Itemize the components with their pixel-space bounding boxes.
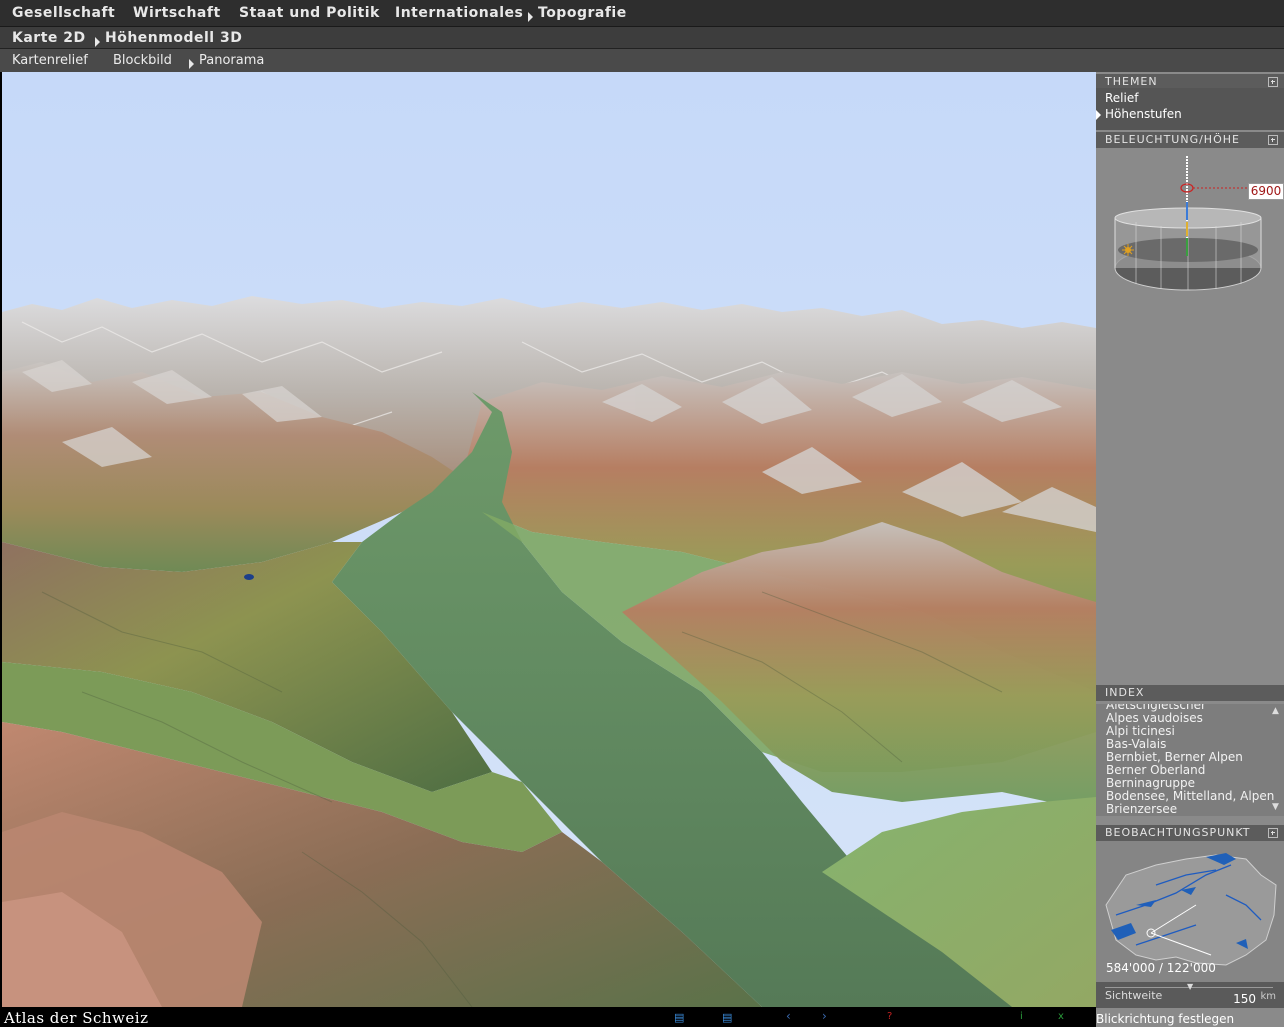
view-range-value: 150	[1233, 992, 1256, 1006]
terrain-3d-view[interactable]	[2, 72, 1096, 1007]
index-item[interactable]: Berninagruppe	[1106, 776, 1195, 790]
menu-hoehenmodell-3d[interactable]: Höhenmodell 3D	[105, 30, 242, 46]
lighting-header: BELEUCHTUNG/HÖHE	[1096, 132, 1284, 148]
height-value-box[interactable]: 6900	[1248, 183, 1284, 200]
document-icon[interactable]: ▤	[722, 1011, 734, 1024]
sub-menu-bar: Karte 2D Höhenmodell 3D	[0, 27, 1284, 49]
view-range-control[interactable]: ▼ Sichtweite 150 km	[1096, 982, 1284, 1008]
main-menu-bar: Gesellschaft Wirtschaft Staat und Politi…	[0, 0, 1284, 27]
observation-header: BEOBACHTUNGSPUNKT	[1096, 825, 1284, 841]
menu-internationales[interactable]: Internationales	[395, 5, 523, 21]
expand-lighting-icon[interactable]	[1268, 135, 1278, 145]
atlas-logo: Atlas der Schweiz	[4, 1009, 149, 1027]
view-range-unit: km	[1260, 991, 1276, 1002]
view-menu-bar: Kartenrelief Blockbild Panorama	[0, 49, 1284, 72]
menu-karte-2d[interactable]: Karte 2D	[12, 30, 86, 46]
legend-icon[interactable]: ▤	[674, 1011, 686, 1024]
control-panel: THEMEN Relief Höhenstufen BELEUCHTUNG/HÖ…	[1096, 72, 1284, 1027]
index-list[interactable]: Aletschgletscher Alpes vaudoises Alpi ti…	[1096, 704, 1284, 816]
index-header: INDEX	[1096, 685, 1284, 701]
menu-gesellschaft[interactable]: Gesellschaft	[12, 5, 115, 21]
lighting-title: BELEUCHTUNG/HÖHE	[1105, 133, 1240, 146]
info-icon[interactable]: i	[1020, 1011, 1032, 1023]
scroll-down-icon[interactable]: ▼	[1272, 802, 1280, 812]
forward-icon[interactable]: ›	[822, 1009, 834, 1023]
menu-staat-politik[interactable]: Staat und Politik	[239, 5, 380, 21]
observation-coordinates: 584'000 / 122'000	[1106, 961, 1216, 975]
theme-hoehenstufen[interactable]: Höhenstufen	[1096, 107, 1182, 121]
index-item[interactable]: Alpes vaudoises	[1106, 711, 1203, 725]
back-icon[interactable]: ‹	[786, 1009, 798, 1023]
index-item[interactable]: Berner Oberland	[1106, 763, 1205, 777]
menu-arrow-icon	[528, 8, 537, 27]
menu-kartenrelief[interactable]: Kartenrelief	[12, 53, 88, 68]
help-icon[interactable]: ?	[887, 1011, 899, 1023]
index-item[interactable]: Bodensee, Mittelland, Alpen	[1106, 789, 1274, 803]
status-hint: Blickrichtung festlegen	[1096, 1012, 1235, 1026]
index-item[interactable]: Bernbiet, Berner Alpen	[1106, 750, 1243, 764]
index-item[interactable]: Alpi ticinesi	[1106, 724, 1175, 738]
themes-title: THEMEN	[1105, 75, 1158, 88]
observation-title: BEOBACHTUNGSPUNKT	[1105, 826, 1251, 839]
exit-icon[interactable]: x	[1058, 1011, 1070, 1023]
expand-observation-icon[interactable]	[1268, 828, 1278, 838]
index-item[interactable]: Brienzersee	[1106, 802, 1177, 816]
menu-topografie[interactable]: Topografie	[538, 5, 627, 21]
theme-hoehenstufen-label: Höhenstufen	[1105, 107, 1182, 121]
terrain-render	[2, 72, 1096, 1007]
slider-handle-icon[interactable]: ▼	[1187, 982, 1193, 991]
index-title: INDEX	[1105, 686, 1145, 699]
scroll-up-icon[interactable]: ▲	[1272, 706, 1280, 716]
active-arrow-icon	[1096, 110, 1101, 120]
theme-relief[interactable]: Relief	[1105, 91, 1138, 105]
view-range-label: Sichtweite	[1105, 989, 1163, 1002]
menu-blockbild[interactable]: Blockbild	[113, 53, 172, 68]
lighting-height-widget[interactable]	[1096, 150, 1284, 300]
menu-wirtschaft[interactable]: Wirtschaft	[133, 5, 221, 21]
expand-themes-icon[interactable]	[1268, 77, 1278, 87]
index-item[interactable]: Bas-Valais	[1106, 737, 1166, 751]
menu-panorama[interactable]: Panorama	[199, 53, 264, 68]
status-bar: Atlas der Schweiz ▤ ▤ ‹ › ? i x	[0, 1007, 1096, 1027]
